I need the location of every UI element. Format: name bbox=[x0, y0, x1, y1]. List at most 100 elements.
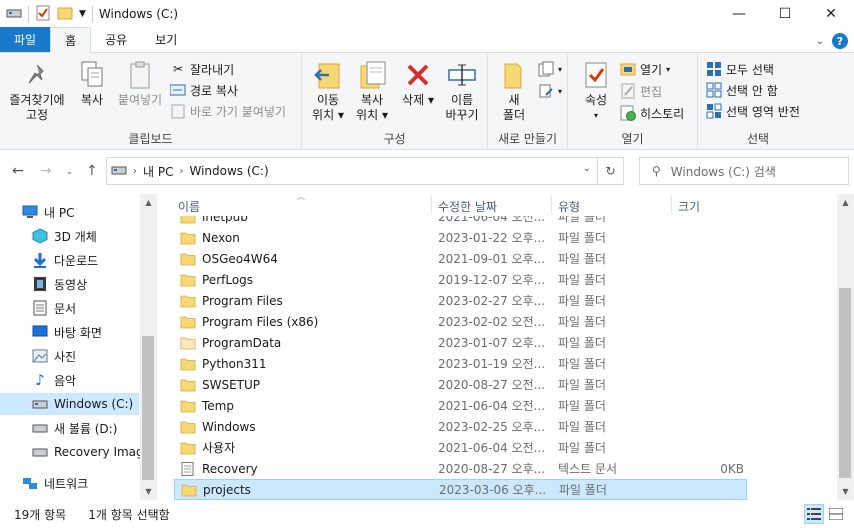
open-button[interactable]: 열기 ▾ bbox=[620, 59, 670, 79]
table-row[interactable]: Windows 2023-02-25 오후... 파일 폴더 bbox=[174, 416, 747, 437]
sidebar-item-volume-d[interactable]: 새 볼륨 (D:) bbox=[0, 417, 140, 439]
column-date[interactable]: 수정한 날짜 bbox=[438, 198, 497, 215]
paste-button[interactable]: 붙여넣기 bbox=[112, 59, 168, 108]
table-row[interactable]: Program Files (x86) 2023-02-02 오전... 파일 폴더 bbox=[174, 311, 747, 332]
tab-home[interactable]: 홈 bbox=[50, 27, 92, 53]
sidebar-scrollbar[interactable]: ▲ ▼ bbox=[140, 194, 157, 500]
minimize-button[interactable]: — bbox=[716, 0, 762, 28]
collapse-ribbon-icon[interactable]: ⌄ bbox=[816, 36, 824, 47]
table-row[interactable]: Python311 2023-01-19 오전... 파일 폴더 bbox=[174, 353, 747, 374]
easy-access-button[interactable]: ▾ bbox=[538, 81, 562, 101]
select-none-button[interactable]: 선택 안 함 bbox=[706, 80, 778, 100]
invert-selection-label: 선택 영역 반전 bbox=[726, 104, 800, 119]
search-box[interactable]: ⚲ Windows (C:) 검색 bbox=[639, 157, 849, 185]
forward-arrow-icon[interactable]: → bbox=[40, 163, 52, 179]
table-row[interactable]: Nexon 2023-01-22 오후... 파일 폴더 bbox=[174, 227, 747, 248]
paste-shortcut-button[interactable]: 바로 가기 붙여넣기 bbox=[170, 101, 286, 121]
invert-selection-button[interactable]: 선택 영역 반전 bbox=[706, 101, 800, 121]
customize-dropdown-icon[interactable]: ▼ bbox=[79, 9, 86, 19]
move-to-label: 이동 bbox=[316, 93, 340, 107]
sidebar-item-pictures[interactable]: 사진 bbox=[0, 345, 140, 367]
tab-view[interactable]: 보기 bbox=[141, 27, 191, 52]
properties-button[interactable]: 속성 ▾ bbox=[576, 59, 616, 123]
table-row[interactable]: projects 2023-03-06 오후... 파일 폴더 bbox=[174, 479, 747, 500]
tab-share[interactable]: 공유 bbox=[91, 27, 141, 52]
sidebar-item-network[interactable]: 네트워크 bbox=[0, 472, 140, 494]
copy-path-label: 경로 복사 bbox=[190, 83, 238, 98]
copy-path-button[interactable]: 경로 복사 bbox=[170, 80, 238, 100]
help-icon[interactable]: ? bbox=[832, 33, 848, 49]
sidebar-item-desktop[interactable]: 바탕 화면 bbox=[0, 321, 140, 343]
table-row[interactable]: 사용자 2021-06-04 오전... 파일 폴더 bbox=[174, 437, 747, 458]
table-row[interactable]: Program Files 2023-02-27 오후... 파일 폴더 bbox=[174, 290, 747, 311]
column-divider[interactable] bbox=[431, 196, 432, 214]
copy-to-button[interactable]: 복사 위치 ▾ bbox=[350, 59, 394, 123]
sidebar-item-downloads[interactable]: 다운로드 bbox=[0, 249, 140, 271]
history-button[interactable]: 히스토리 bbox=[620, 103, 684, 123]
sidebar-item-documents[interactable]: 문서 bbox=[0, 297, 140, 319]
sidebar-item-music[interactable]: ♪ 음악 bbox=[0, 369, 140, 391]
file-type: 파일 폴더 bbox=[558, 399, 606, 413]
address-bar[interactable]: › 내 PC › Windows (C:) ⌄ ↻ bbox=[106, 157, 624, 185]
select-all-button[interactable]: 모두 선택 bbox=[706, 59, 774, 79]
column-divider[interactable] bbox=[671, 196, 672, 214]
sidebar-item-videos[interactable]: 동영상 bbox=[0, 273, 140, 295]
sidebar-item-label: 동영상 bbox=[54, 277, 88, 292]
pc-icon bbox=[22, 204, 38, 220]
sidebar-item-recovery-image[interactable]: Recovery Image bbox=[0, 441, 151, 463]
pin-icon bbox=[21, 59, 53, 91]
column-divider[interactable] bbox=[551, 196, 552, 214]
copy-path-icon bbox=[170, 82, 186, 98]
close-button[interactable]: ✕ bbox=[808, 0, 854, 28]
delete-button[interactable]: 삭제 ▾ bbox=[398, 59, 438, 108]
back-arrow-icon[interactable]: ← bbox=[12, 163, 24, 179]
table-row[interactable]: OSGeo4W64 2021-09-01 오후... 파일 폴더 bbox=[174, 248, 747, 269]
scroll-thumb[interactable] bbox=[142, 336, 154, 480]
address-dropdown-icon[interactable]: ⌄ bbox=[583, 163, 591, 174]
copy-to-label: 복사 bbox=[360, 93, 384, 107]
recent-locations-chevron-icon[interactable]: ⌄ bbox=[66, 167, 73, 176]
copy-button[interactable]: 복사 bbox=[72, 59, 112, 108]
maximize-button[interactable]: ☐ bbox=[762, 0, 808, 28]
sidebar-item-3d-objects[interactable]: 3D 개체 bbox=[0, 225, 140, 247]
up-arrow-icon[interactable]: ↑ bbox=[86, 163, 98, 179]
sidebar-item-label: 바탕 화면 bbox=[54, 325, 102, 340]
details-view-icon[interactable] bbox=[804, 504, 824, 524]
column-size[interactable]: 크기 bbox=[678, 198, 700, 215]
scroll-down-icon[interactable]: ▼ bbox=[837, 483, 854, 500]
column-type[interactable]: 유형 bbox=[558, 198, 580, 215]
column-name[interactable]: 이름 bbox=[178, 198, 200, 215]
sidebar-item-this-pc[interactable]: 내 PC bbox=[0, 201, 140, 223]
pin-to-quick-access-button[interactable]: 즐겨찾기에 고정 bbox=[4, 59, 70, 123]
video-icon bbox=[32, 276, 48, 292]
dropdown-arrow-icon: ▾ bbox=[558, 64, 563, 74]
cut-button[interactable]: ✂ 잘라내기 bbox=[170, 59, 234, 79]
table-row[interactable]: SWSETUP 2020-08-27 오전... 파일 폴더 bbox=[174, 374, 747, 395]
window-controls: — ☐ ✕ bbox=[716, 0, 854, 28]
search-placeholder: Windows (C:) 검색 bbox=[670, 164, 776, 179]
scroll-up-icon[interactable]: ▲ bbox=[140, 194, 157, 211]
scroll-up-icon[interactable]: ▲ bbox=[837, 194, 854, 211]
new-folder-button[interactable]: 새 폴더 bbox=[494, 59, 534, 123]
sidebar-item-label: Windows (C:) bbox=[54, 397, 134, 411]
table-row[interactable]: Temp 2021-06-04 오전... 파일 폴더 bbox=[174, 395, 747, 416]
move-to-button[interactable]: 이동 위치 ▾ bbox=[306, 59, 350, 123]
table-row[interactable]: PerfLogs 2019-12-07 오후... 파일 폴더 bbox=[174, 269, 747, 290]
large-icons-view-icon[interactable] bbox=[826, 504, 846, 524]
new-item-button[interactable]: ▾ bbox=[538, 59, 562, 79]
file-list-scrollbar[interactable]: ▲ ▼ bbox=[837, 194, 854, 500]
scroll-down-icon[interactable]: ▼ bbox=[140, 483, 157, 500]
rename-button[interactable]: 이름 바꾸기 bbox=[440, 59, 484, 123]
sidebar-item-windows-c[interactable]: Windows (C:) bbox=[0, 393, 139, 415]
breadcrumb-item[interactable]: 내 PC bbox=[143, 163, 173, 180]
breadcrumb-item[interactable]: Windows (C:) bbox=[189, 164, 268, 178]
table-row[interactable]: Recovery 2020-08-27 오후... 텍스트 문서 0KB bbox=[174, 458, 747, 479]
properties-icon[interactable] bbox=[35, 5, 51, 24]
new-folder-icon[interactable] bbox=[57, 5, 73, 24]
cut-label: 잘라내기 bbox=[190, 62, 235, 77]
tab-file[interactable]: 파일 bbox=[0, 27, 51, 52]
refresh-icon[interactable]: ↻ bbox=[597, 158, 623, 184]
edit-button[interactable]: 편집 bbox=[620, 81, 662, 101]
scroll-thumb[interactable] bbox=[839, 288, 851, 478]
table-row[interactable]: ProgramData 2023-01-07 오후... 파일 폴더 bbox=[174, 332, 747, 353]
